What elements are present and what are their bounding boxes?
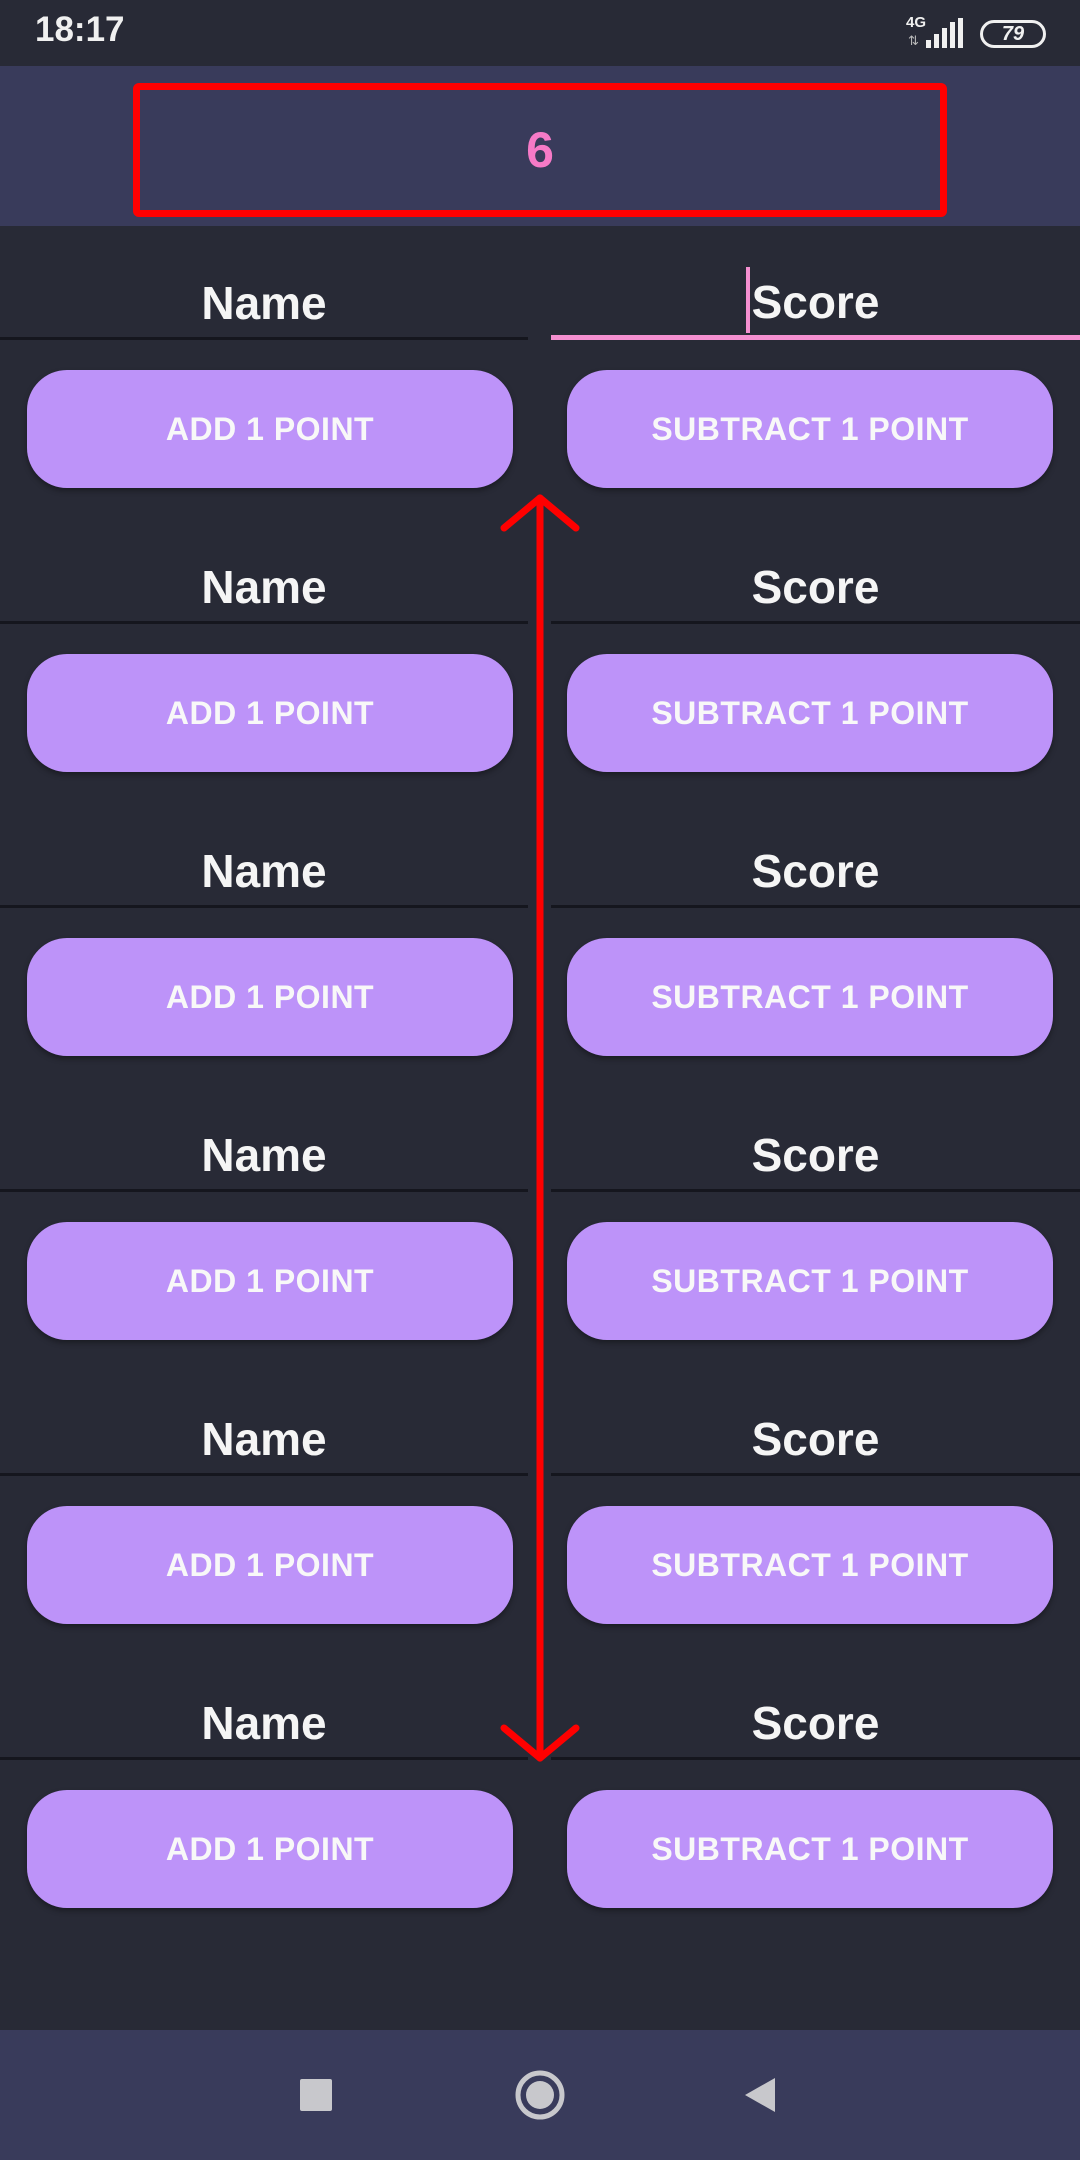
score-field[interactable]: Score <box>551 552 1080 624</box>
name-field[interactable]: Name <box>0 1688 528 1760</box>
recents-button[interactable] <box>281 2060 351 2130</box>
network-activity-icon: ⇅ <box>908 33 919 48</box>
battery-icon: 79 <box>980 20 1046 48</box>
subtract-point-button[interactable]: SUBTRACT 1 POINT <box>567 1790 1053 1908</box>
player-row: Name Score ADD 1 POINT SUBTRACT 1 POINT <box>0 1078 1080 1362</box>
add-point-button[interactable]: ADD 1 POINT <box>27 654 513 772</box>
player-count-display: 6 <box>133 83 947 217</box>
network-type-label: 4G <box>906 14 927 31</box>
name-placeholder: Name <box>201 1696 327 1749</box>
subtract-point-button[interactable]: SUBTRACT 1 POINT <box>567 654 1053 772</box>
name-placeholder: Name <box>201 1412 327 1465</box>
player-row: Name Score ADD 1 POINT SUBTRACT 1 POINT <box>0 794 1080 1078</box>
signal-icon <box>926 18 963 48</box>
player-row: Name Score ADD 1 POINT SUBTRACT 1 POINT <box>0 1646 1080 1930</box>
player-row: Name Score ADD 1 POINT SUBTRACT 1 POINT <box>0 226 1080 510</box>
home-button[interactable] <box>505 2060 575 2130</box>
name-placeholder: Name <box>201 844 327 897</box>
score-placeholder-text: Score <box>751 275 880 328</box>
score-placeholder: Score <box>751 1412 880 1465</box>
score-placeholder: Score <box>751 560 880 613</box>
header: 6 <box>0 66 1080 226</box>
subtract-point-button[interactable]: SUBTRACT 1 POINT <box>567 1506 1053 1624</box>
subtract-point-button[interactable]: SUBTRACT 1 POINT <box>567 1222 1053 1340</box>
score-field[interactable]: Score <box>551 1120 1080 1192</box>
name-field[interactable]: Name <box>0 1404 528 1476</box>
status-bar: 18:17 4G ⇅ 79 <box>0 0 1080 66</box>
score-placeholder: Score <box>751 844 880 897</box>
player-count-value: 6 <box>526 122 554 178</box>
battery-level: 79 <box>1001 22 1025 45</box>
score-field[interactable]: Score <box>551 1688 1080 1760</box>
add-point-button[interactable]: ADD 1 POINT <box>27 1790 513 1908</box>
name-field[interactable]: Name <box>0 268 528 340</box>
player-row: Name Score ADD 1 POINT SUBTRACT 1 POINT <box>0 510 1080 794</box>
score-field[interactable]: Score <box>551 266 1080 340</box>
name-field[interactable]: Name <box>0 1120 528 1192</box>
score-field[interactable]: Score <box>551 1404 1080 1476</box>
name-field[interactable]: Name <box>0 552 528 624</box>
circle-icon <box>515 2070 565 2120</box>
navigation-bar <box>0 2030 1080 2160</box>
name-field[interactable]: Name <box>0 836 528 908</box>
add-point-button[interactable]: ADD 1 POINT <box>27 1506 513 1624</box>
score-placeholder: Score <box>751 1696 880 1749</box>
network-indicator: 4G ⇅ <box>906 14 966 54</box>
score-field[interactable]: Score <box>551 836 1080 908</box>
triangle-icon <box>745 2078 775 2112</box>
player-list: Name Score ADD 1 POINT SUBTRACT 1 POINT … <box>0 226 1080 1930</box>
add-point-button[interactable]: ADD 1 POINT <box>27 370 513 488</box>
status-time: 18:17 <box>35 10 125 49</box>
name-placeholder: Name <box>201 276 327 329</box>
name-placeholder: Name <box>201 560 327 613</box>
player-row: Name Score ADD 1 POINT SUBTRACT 1 POINT <box>0 1362 1080 1646</box>
score-placeholder: Score <box>745 266 880 333</box>
text-cursor <box>745 266 750 333</box>
add-point-button[interactable]: ADD 1 POINT <box>27 938 513 1056</box>
score-placeholder: Score <box>751 1128 880 1181</box>
subtract-point-button[interactable]: SUBTRACT 1 POINT <box>567 938 1053 1056</box>
add-point-button[interactable]: ADD 1 POINT <box>27 1222 513 1340</box>
square-icon <box>300 2079 332 2111</box>
name-placeholder: Name <box>201 1128 327 1181</box>
status-icons: 4G ⇅ 79 <box>906 14 1046 54</box>
back-button[interactable] <box>725 2060 795 2130</box>
subtract-point-button[interactable]: SUBTRACT 1 POINT <box>567 370 1053 488</box>
